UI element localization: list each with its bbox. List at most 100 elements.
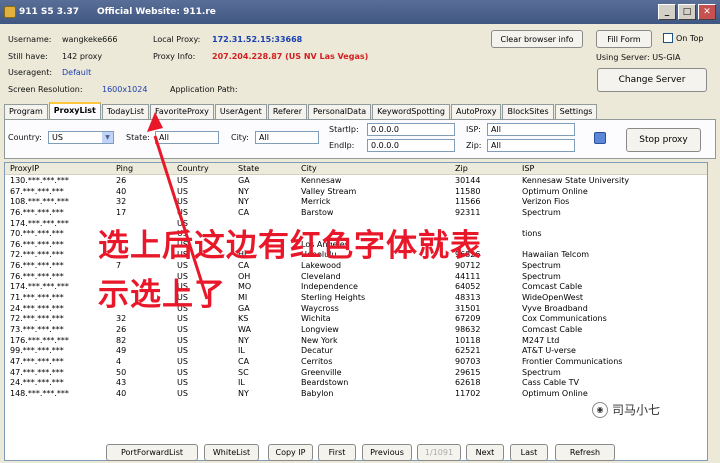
cell-state: GA [238, 176, 250, 185]
cell-country: US [177, 346, 188, 356]
cell-isp: tions [522, 229, 542, 239]
cell-proxyip: 76.***.***.*** [10, 239, 64, 249]
tab-todaylist[interactable]: TodayList [101, 104, 149, 119]
cell-isp: Hawaiian Telcom [522, 250, 590, 260]
last-page-button[interactable]: Last [510, 444, 548, 461]
fill-form-button[interactable]: Fill Form [596, 30, 652, 48]
col-header-city[interactable]: City [301, 164, 317, 173]
still-have-label: Still have: [8, 52, 48, 61]
cell-zip: 62521 [455, 346, 481, 356]
endip-field[interactable]: 0.0.0.0 [367, 139, 455, 152]
table-row[interactable]: 73.***.***.*** 26 US WA Longview 98632 Comcast… [5, 324, 707, 336]
cell-proxyip: 73.***.***.*** [10, 324, 64, 334]
cell-proxyip: 76.***.***.*** [10, 271, 64, 281]
city-label: City: [231, 133, 249, 142]
cell-isp: Comcast Cable [522, 324, 583, 334]
cell-zip: 11702 [455, 388, 481, 398]
cell-city: Longview [301, 324, 339, 334]
cell-city: Sterling Heights [301, 293, 366, 303]
tab-settings[interactable]: Settings [554, 104, 598, 119]
table-row[interactable]: 47.***.***.*** 50 US SC Greenville 29615 Spect… [5, 367, 707, 379]
cell-country: US [177, 356, 188, 366]
table-row[interactable]: 176.***.***.*** 82 US NY New York 10118 M247 L… [5, 335, 707, 347]
maximize-button[interactable]: □ [678, 4, 696, 20]
city-field-value: All [259, 133, 269, 142]
first-page-button[interactable]: First [318, 444, 356, 461]
table-row[interactable]: 67.***.***.*** 40 US NY Valley Stream 11580 Op… [5, 187, 707, 198]
cell-ping: 26 [116, 176, 127, 185]
cell-isp: Verizon Fios [522, 197, 570, 207]
zip-field[interactable]: All [487, 139, 575, 152]
cell-isp: Cox Communications [522, 314, 607, 324]
table-row[interactable]: 76.***.***.*** 17 US CA Barstow 92311 Spectrum [5, 208, 707, 219]
whitelist-button[interactable]: WhiteList [204, 444, 259, 461]
previous-page-button[interactable]: Previous [362, 444, 412, 461]
cell-ping: 32 [116, 314, 127, 324]
col-header-zip[interactable]: Zip [455, 164, 468, 173]
table-row[interactable]: 99.***.***.*** 49 US IL Decatur 62521 AT&T U-v… [5, 346, 707, 357]
cell-state: NY [238, 388, 249, 398]
close-button[interactable]: ✕ [698, 4, 716, 20]
screen-res-value: 1600x1024 [102, 85, 148, 94]
table-row[interactable]: 130.***.***.*** 26 US GA Kennesaw 30144 Kennes… [5, 176, 707, 187]
isp-label: ISP: [466, 125, 481, 134]
cell-city: Beardstown [301, 378, 349, 388]
on-top-checkbox[interactable] [663, 33, 673, 43]
city-field[interactable]: All [255, 131, 319, 144]
cell-proxyip: 176.***.***.*** [10, 335, 69, 345]
cell-isp: WideOpenWest [522, 293, 583, 303]
tab-referer[interactable]: Referer [267, 104, 307, 119]
cell-proxyip: 24.***.***.*** [10, 303, 64, 313]
tab-autoproxy[interactable]: AutoProxy [450, 104, 502, 119]
useragent-label: Useragent: [8, 68, 53, 77]
cell-city: Greenville [301, 367, 342, 377]
cell-ping: 26 [116, 324, 127, 334]
cell-city: Decatur [301, 346, 333, 356]
cell-proxyip: 174.***.***.*** [10, 218, 69, 228]
table-row[interactable]: 72.***.***.*** 32 US KS Wichita 67209 Cox Comm… [5, 314, 707, 325]
table-row[interactable]: 108.***.***.*** 32 US NY Merrick 11566 Verizon… [5, 197, 707, 208]
change-server-button[interactable]: Change Server [597, 68, 707, 92]
minimize-button[interactable]: _ [658, 4, 676, 20]
wechat-icon: ◉ [592, 401, 608, 418]
isp-field[interactable]: All [487, 123, 575, 136]
tab-keywordspotting[interactable]: KeywordSpotting [372, 104, 450, 119]
clear-browser-info-button[interactable]: Clear browser info [491, 30, 583, 48]
col-header-proxyip[interactable]: ProxyIP [10, 164, 39, 173]
cell-state: GA [238, 303, 250, 313]
on-top-toggle[interactable]: On Top [663, 33, 703, 43]
copy-ip-button[interactable]: Copy IP [268, 444, 313, 461]
tab-blocksites[interactable]: BlockSites [502, 104, 554, 119]
stop-proxy-button[interactable]: Stop proxy [626, 128, 701, 152]
list-header: ProxyIP Ping Country State City Zip ISP [5, 163, 707, 175]
col-header-state[interactable]: State [238, 164, 259, 173]
screen-res-label: Screen Resolution: [8, 85, 83, 94]
search-icon[interactable] [594, 132, 606, 144]
tab-bar: Program ProxyList TodayList FavoriteProx… [4, 102, 598, 119]
portforward-button[interactable]: PortForwardList [106, 444, 198, 461]
on-top-label: On Top [676, 33, 704, 43]
country-select[interactable]: US ▼ [48, 131, 114, 144]
cell-city: Babylon [301, 388, 334, 398]
col-header-isp[interactable]: ISP [522, 164, 534, 173]
watermark: ◉ 司马小七 [592, 401, 660, 418]
tab-proxylist[interactable]: ProxyList [48, 102, 101, 119]
table-row[interactable]: 47.***.***.*** 4 US CA Cerritos 90703 Frontier… [5, 356, 707, 368]
table-row[interactable]: 24.***.***.*** 43 US IL Beardstown 62618 Cass … [5, 378, 707, 389]
cell-isp: Spectrum [522, 367, 561, 377]
cell-zip: 10118 [455, 335, 481, 345]
cell-zip: 44111 [455, 271, 481, 281]
col-header-ping[interactable]: Ping [116, 164, 133, 173]
startip-field[interactable]: 0.0.0.0 [367, 123, 455, 136]
cell-ping: 49 [116, 346, 127, 356]
cell-city: New York [301, 335, 338, 345]
next-page-button[interactable]: Next [466, 444, 504, 461]
refresh-button[interactable]: Refresh [555, 444, 615, 461]
zip-field-value: All [491, 141, 501, 150]
chevron-down-icon[interactable]: ▼ [102, 132, 113, 143]
cell-proxyip: 72.***.***.*** [10, 314, 64, 324]
tab-program[interactable]: Program [4, 104, 48, 119]
tab-personaldata[interactable]: PersonalData [308, 104, 372, 119]
table-row[interactable]: 148.***.***.*** 40 US NY Babylon 11702 Optimum… [5, 388, 707, 400]
zip-label: Zip: [466, 141, 482, 150]
